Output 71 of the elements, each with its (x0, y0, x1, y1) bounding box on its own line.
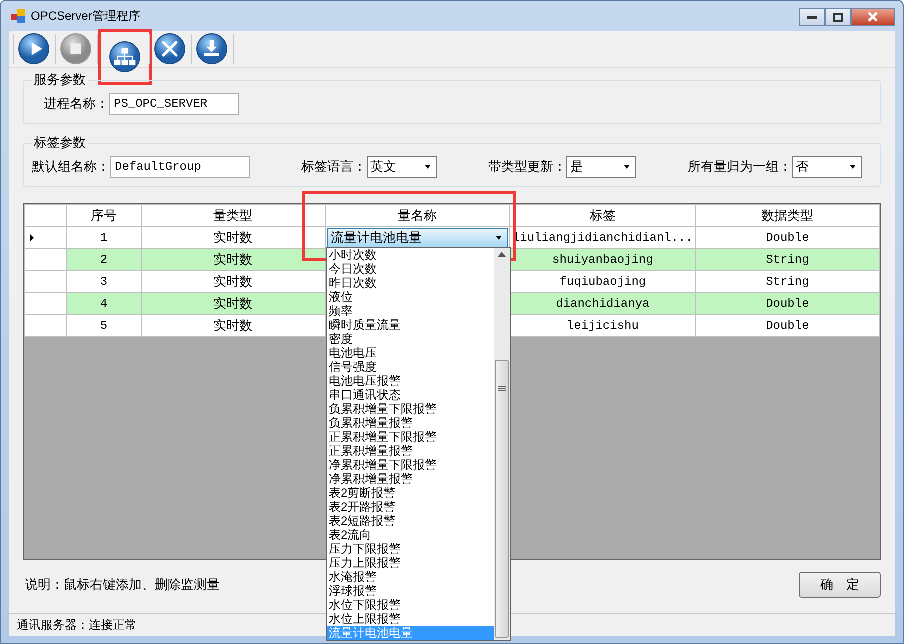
maximize-icon (833, 12, 843, 22)
list-item[interactable]: 水位下限报警 (327, 598, 494, 612)
list-item[interactable]: 压力上限报警 (327, 556, 494, 570)
column-header[interactable]: 量名称 (325, 204, 510, 226)
window-title: OPCServer管理程序 (31, 8, 140, 24)
download-icon (196, 33, 228, 65)
list-item[interactable]: 表2剪断报警 (327, 486, 494, 500)
list-item[interactable]: 负累积增量下限报警 (327, 402, 494, 416)
toolbar-button[interactable] (195, 32, 229, 66)
ok-button[interactable]: 确 定 (799, 572, 881, 598)
tools-icon (154, 33, 186, 65)
group-title: 标签参数 (33, 134, 87, 152)
toolbar-button[interactable] (153, 32, 187, 66)
field-label: 默认组名称： (32, 158, 110, 176)
network-icon (109, 41, 141, 73)
list-item[interactable]: 电池电压 (327, 346, 494, 360)
list-item[interactable]: 水位上限报警 (327, 612, 494, 626)
list-item[interactable]: 电池电压报警 (327, 374, 494, 388)
column-header[interactable]: 标签 (510, 204, 696, 226)
input-field[interactable]: PS_OPC_SERVER (109, 93, 239, 115)
input-field[interactable]: DefaultGroup (110, 156, 250, 178)
field-label: 所有量归为一组： (688, 158, 792, 176)
caret-icon (422, 164, 433, 170)
maximize-button[interactable] (825, 8, 851, 26)
list-item[interactable]: 频率 (327, 304, 494, 318)
toolbar-button[interactable] (17, 32, 51, 66)
scrollbar-thumb[interactable] (495, 360, 509, 638)
play-icon (18, 33, 50, 65)
list-item[interactable]: 正累积增量下限报警 (327, 430, 494, 444)
list-item[interactable]: 串口通讯状态 (327, 388, 494, 402)
table-cell: Double (696, 314, 880, 336)
dropdown[interactable]: 英文 (366, 156, 437, 178)
list-item[interactable]: 液位 (327, 290, 494, 304)
caret-icon (622, 164, 632, 170)
list-item[interactable]: 信号强度 (327, 360, 494, 374)
column-header[interactable]: 序号 (66, 204, 142, 226)
scroll-up-icon[interactable] (498, 252, 506, 257)
list-item[interactable]: 表2开路报警 (327, 500, 494, 514)
dropdown[interactable]: 否 (792, 156, 862, 178)
field-label: 进程名称： (44, 95, 109, 113)
caret-icon (494, 234, 504, 240)
field-label: 带类型更新： (488, 158, 566, 176)
app-icon (11, 9, 25, 23)
list-item[interactable]: 正累积增量报警 (327, 444, 494, 458)
list-item[interactable]: 净累积增量下限报警 (327, 458, 494, 472)
scrollbar[interactable] (494, 248, 510, 640)
hint-text: 说明：鼠标右键添加、删除监测量 (25, 576, 220, 594)
dropdown[interactable]: 流量计电池电量 (326, 228, 508, 248)
minimize-button[interactable] (799, 8, 825, 26)
list-item[interactable]: 表2短路报警 (327, 514, 494, 528)
close-icon (867, 12, 879, 22)
grip-icon (498, 386, 506, 392)
caret-icon (848, 164, 858, 170)
list-item[interactable]: 浮球报警 (327, 584, 494, 598)
toolbar-button[interactable] (101, 32, 149, 82)
group-title: 服务参数 (33, 71, 87, 89)
list-item[interactable]: 密度 (327, 332, 494, 346)
table-cell: 实时数 (141, 314, 326, 336)
list-item[interactable]: 净累积增量报警 (327, 472, 494, 486)
dropdown[interactable]: 是 (566, 156, 636, 178)
field-label: 标签语言： (302, 158, 367, 176)
list-item[interactable]: 水淹报警 (327, 570, 494, 584)
list-item[interactable]: 今日次数 (327, 262, 494, 276)
list-item[interactable]: 表2流向 (327, 528, 494, 542)
list-item[interactable]: 负累积增量报警 (327, 416, 494, 430)
close-button[interactable] (851, 8, 895, 26)
table-cell: 5 (66, 314, 142, 336)
column-header[interactable]: 量类型 (141, 204, 326, 226)
minimize-icon (807, 15, 817, 19)
list-item[interactable]: 压力下限报警 (327, 542, 494, 556)
column-header[interactable]: 数据类型 (696, 204, 880, 226)
